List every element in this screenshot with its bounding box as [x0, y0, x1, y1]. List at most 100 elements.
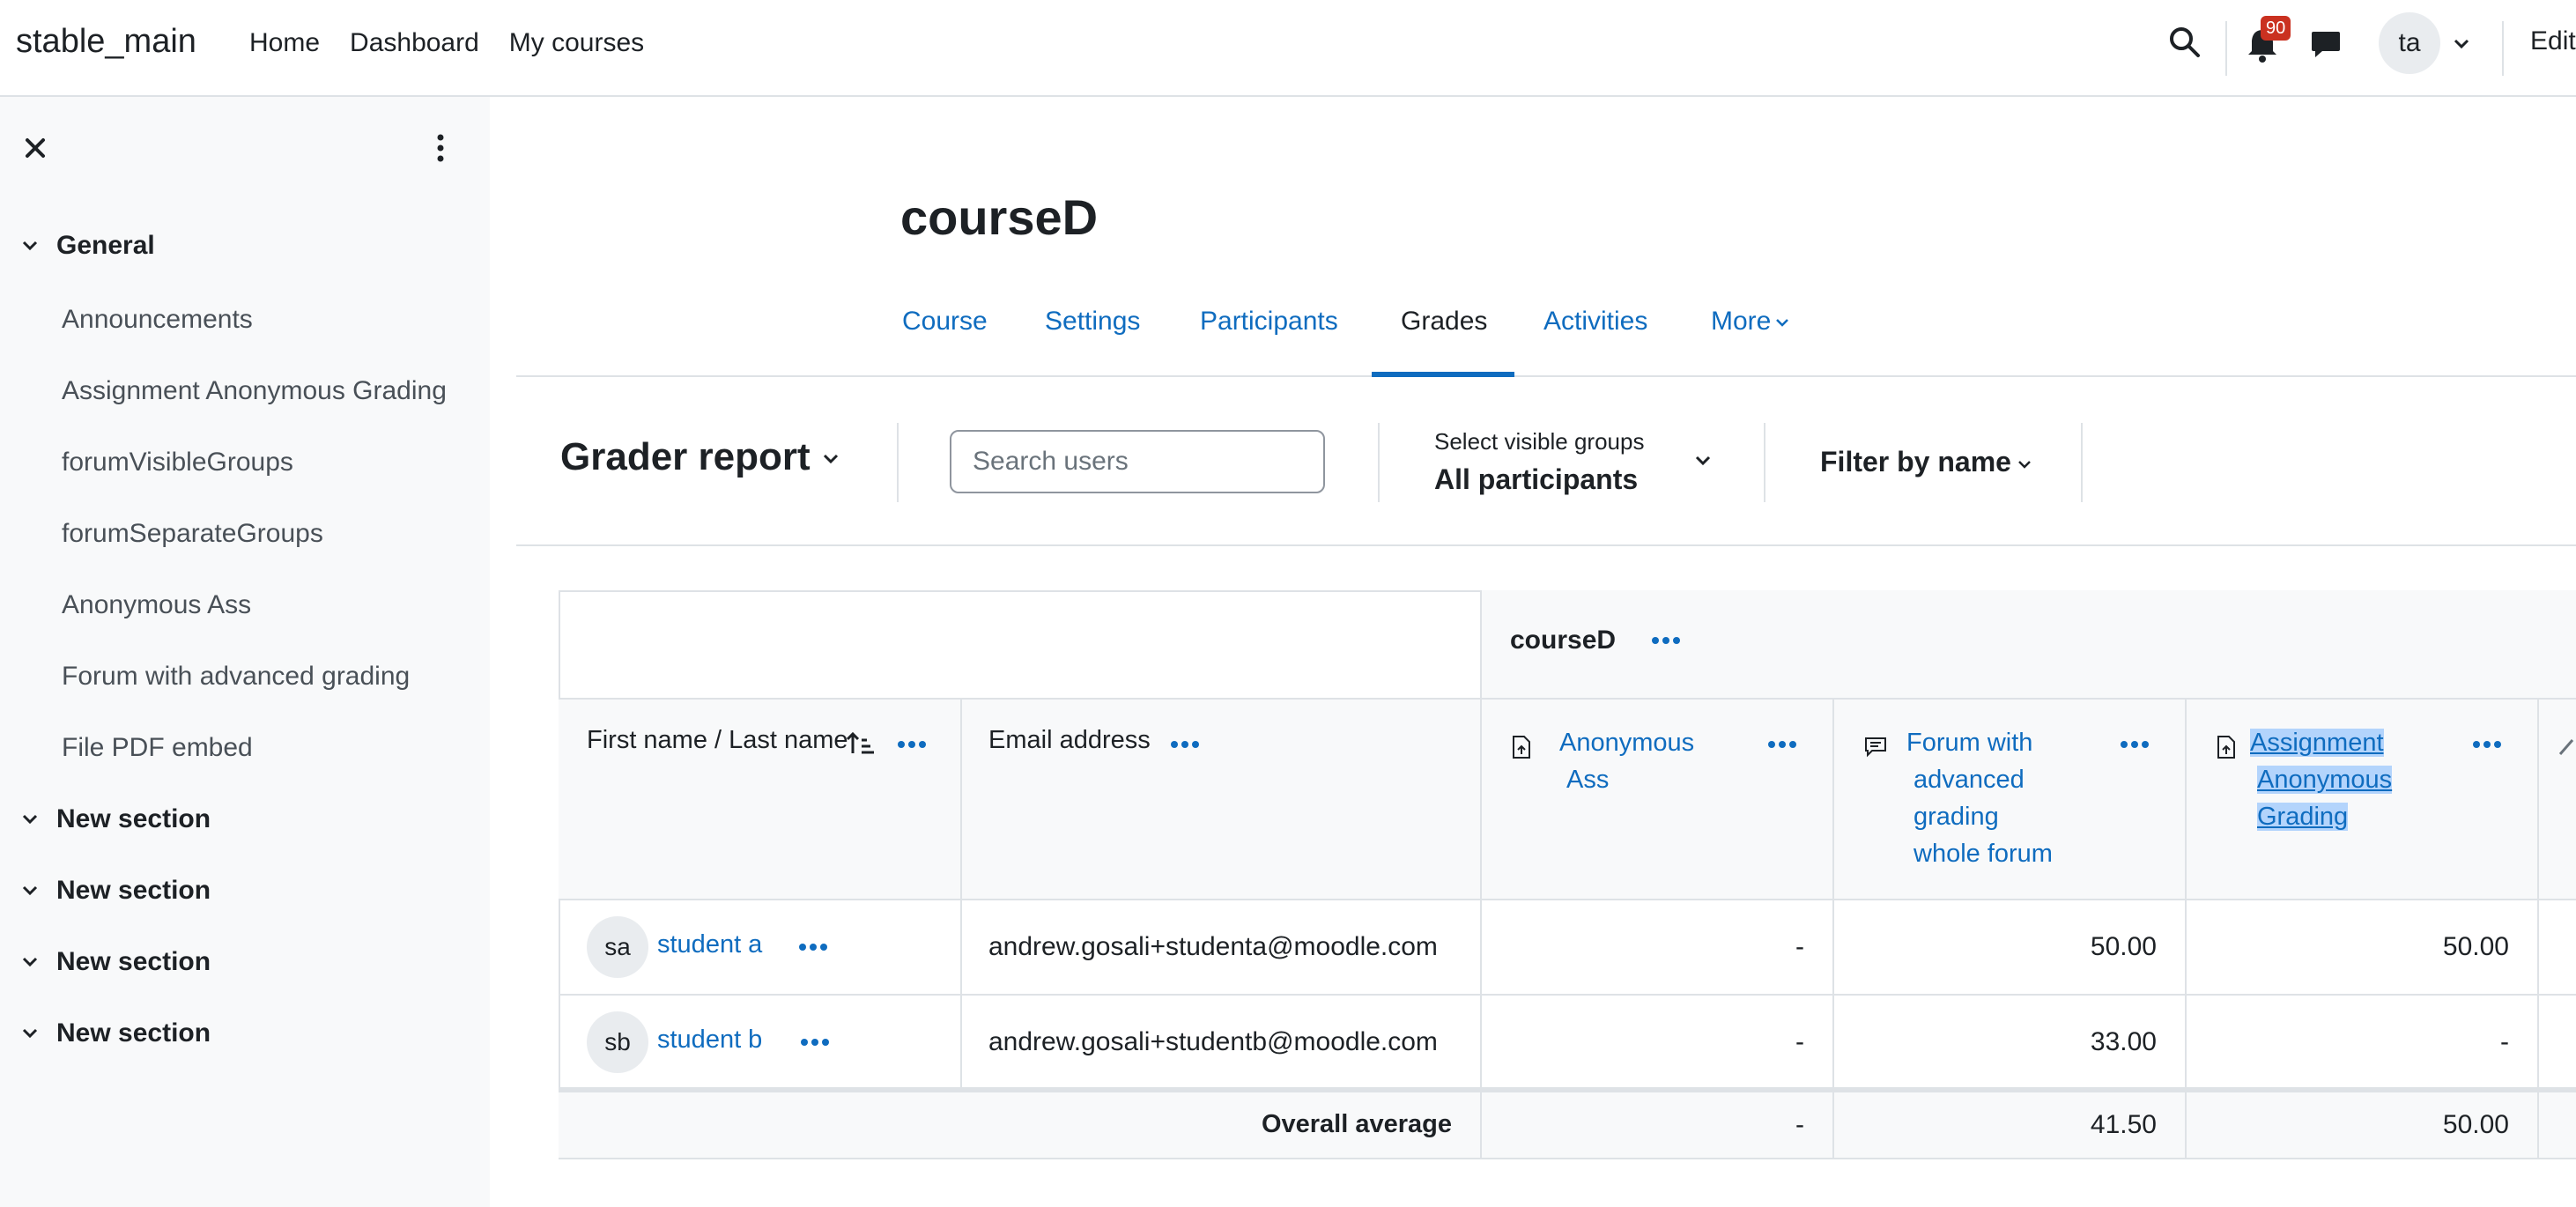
nav-home[interactable]: Home: [249, 28, 320, 58]
more-actions-icon[interactable]: [897, 740, 927, 749]
user-avatar[interactable]: ta: [2379, 12, 2440, 74]
kebab-menu-icon[interactable]: [428, 132, 453, 164]
search-icon[interactable]: [2167, 25, 2202, 60]
course-index-item[interactable]: forumVisibleGroups: [62, 448, 293, 478]
more-actions-icon[interactable]: [798, 943, 828, 952]
item-title-line: whole forum: [1913, 840, 2053, 868]
groups-caption: Select visible groups: [1434, 428, 1645, 455]
chevron-down-icon[interactable]: [19, 809, 41, 830]
course-index-item[interactable]: forumSeparateGroups: [62, 519, 323, 549]
student-email-cell: andrew.gosali+studenta@moodle.com: [962, 900, 1482, 996]
nav-my-courses[interactable]: My courses: [509, 28, 644, 58]
section-label: New section: [56, 876, 211, 905]
average-cell: 41.50: [1834, 1092, 2187, 1159]
filter-by-name-button[interactable]: Filter by name: [1820, 446, 2032, 478]
student-link[interactable]: student b: [657, 1026, 762, 1055]
chevron-down-icon[interactable]: [19, 1023, 41, 1044]
chevron-down-icon[interactable]: [19, 880, 41, 901]
section-new-3[interactable]: New section: [19, 947, 211, 977]
section-new-4[interactable]: New section: [19, 1018, 211, 1048]
student-link[interactable]: student a: [657, 930, 762, 959]
tab-grades[interactable]: Grades: [1401, 307, 1487, 337]
grade-cell[interactable]: -: [1482, 900, 1834, 996]
grade-item-link[interactable]: Anonymous Ass: [1559, 724, 1694, 798]
student-email: andrew.gosali+studentb@moodle.com: [988, 1027, 1438, 1056]
course-index-item[interactable]: Announcements: [62, 305, 253, 335]
course-index-item[interactable]: Assignment Anonymous Grading: [62, 376, 447, 406]
more-actions-icon[interactable]: [1170, 740, 1200, 749]
average-cell: 50.00: [2187, 1092, 2539, 1159]
course-index-item[interactable]: File PDF embed: [62, 733, 253, 763]
grade-value: -: [2500, 1027, 2509, 1056]
more-actions-icon[interactable]: [2472, 740, 2502, 749]
tab-more[interactable]: More: [1711, 307, 1790, 337]
item-title-line: Assignment: [2250, 729, 2384, 757]
tab-more-label: More: [1711, 307, 1772, 336]
grade-item-link[interactable]: Assignment Anonymous Grading: [2250, 724, 2393, 835]
average-value: 41.50: [2090, 1110, 2157, 1139]
groups-selector[interactable]: All participants: [1434, 463, 1638, 496]
nav-dashboard[interactable]: Dashboard: [350, 28, 479, 58]
section-general[interactable]: General: [19, 231, 155, 261]
course-index-item[interactable]: Forum with advanced grading: [62, 662, 410, 692]
more-actions-icon[interactable]: [1767, 740, 1797, 749]
grade-value: 33.00: [2090, 1027, 2157, 1056]
grade-item-header: Anonymous Ass: [1482, 700, 1834, 900]
grade-cell[interactable]: 33.00: [1834, 996, 2187, 1089]
item-title-line: Forum with: [1906, 729, 2033, 757]
grade-item-link[interactable]: Forum with advanced grading whole forum: [1906, 724, 2053, 872]
report-selector[interactable]: Grader report: [560, 435, 811, 479]
name-column-header: First name / Last name: [559, 700, 962, 900]
average-label: Overall average: [1261, 1110, 1452, 1138]
chevron-down-icon[interactable]: [19, 235, 41, 256]
chevron-down-icon[interactable]: [1693, 451, 1713, 470]
site-brand[interactable]: stable_main: [16, 23, 196, 61]
tab-participants[interactable]: Participants: [1200, 307, 1338, 337]
action-divider: [2081, 423, 2083, 502]
section-label: New section: [56, 1018, 211, 1048]
grader-action-bar: Grader report Select visible groups All …: [516, 377, 2576, 546]
student-email: andrew.gosali+studenta@moodle.com: [988, 932, 1438, 961]
grade-cell[interactable]: 50.00: [1834, 900, 2187, 996]
section-label: New section: [56, 804, 211, 833]
secondary-navigation: Course Settings Participants Grades Acti…: [516, 277, 2576, 377]
chevron-down-icon[interactable]: [19, 952, 41, 973]
grade-cell-partial: [2539, 900, 2576, 996]
tab-course[interactable]: Course: [902, 307, 988, 337]
chevron-down-icon[interactable]: [821, 449, 840, 469]
email-header-label: Email address: [988, 726, 1151, 754]
section-new-1[interactable]: New section: [19, 804, 211, 834]
empty-header-cell: [559, 590, 1482, 700]
message-icon[interactable]: [2308, 26, 2343, 62]
more-actions-icon[interactable]: [2120, 740, 2150, 749]
chevron-down-icon: [2018, 460, 2031, 469]
assignment-icon: [1513, 736, 1530, 759]
more-actions-icon[interactable]: [800, 1038, 830, 1047]
item-title-line: advanced: [1913, 766, 2025, 794]
tab-settings[interactable]: Settings: [1045, 307, 1140, 337]
chevron-down-icon[interactable]: [2451, 33, 2472, 55]
filter-label: Filter by name: [1820, 446, 2011, 478]
course-index-item[interactable]: Anonymous Ass: [62, 590, 251, 620]
close-icon[interactable]: [23, 136, 48, 160]
page-title: courseD: [900, 189, 1099, 245]
grade-value: 50.00: [2090, 932, 2157, 961]
average-cell-partial: [2539, 1092, 2576, 1159]
primary-navigation: Home Dashboard My courses: [249, 28, 674, 58]
grade-value: 50.00: [2442, 932, 2509, 961]
grader-table: courseD First name / Last name Email add…: [559, 590, 2576, 1159]
edit-mode-label[interactable]: Edit: [2530, 26, 2576, 56]
grade-cell[interactable]: -: [2187, 996, 2539, 1089]
student-name-cell: sb student b: [559, 996, 962, 1089]
student-name-cell: sa student a: [559, 900, 962, 996]
grade-cell[interactable]: -: [1482, 996, 1834, 1089]
sort-ascending-icon[interactable]: [846, 731, 876, 756]
tab-activities[interactable]: Activities: [1543, 307, 1647, 337]
section-new-2[interactable]: New section: [19, 876, 211, 906]
search-users-input[interactable]: [950, 430, 1325, 493]
grade-cell[interactable]: 50.00: [2187, 900, 2539, 996]
grade-item-header: Forum with advanced grading whole forum: [1834, 700, 2187, 900]
more-actions-icon[interactable]: [1651, 636, 1681, 645]
average-label-cell: Overall average: [559, 1092, 1482, 1159]
item-title-line: Grading: [2257, 803, 2349, 831]
